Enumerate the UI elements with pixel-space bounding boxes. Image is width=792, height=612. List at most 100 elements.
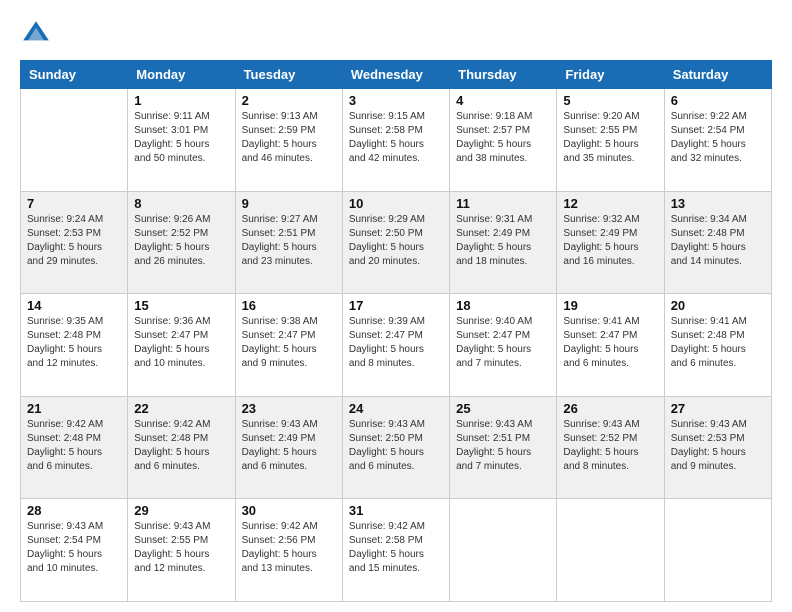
day-number: 5 [563,93,657,108]
day-info: Sunrise: 9:43 AM Sunset: 2:49 PM Dayligh… [242,418,336,474]
day-number: 2 [242,93,336,108]
calendar-cell: 31 Sunrise: 9:42 AM Sunset: 2:58 PM Dayli… [342,499,449,602]
day-number: 24 [349,401,443,416]
calendar-cell: 9Sunrise: 9:27 AM Sunset: 2:51 PM Daylig… [235,191,342,294]
calendar-week-row: 21 Sunrise: 9:42 AM Sunset: 2:48 PM Dayli… [21,396,772,499]
day-number: 8 [134,196,228,211]
calendar-cell: 11 Sunrise: 9:31 AM Sunset: 2:49 PM Dayli… [450,191,557,294]
day-info: Sunrise: 9:31 AM Sunset: 2:49 PM Dayligh… [456,213,550,269]
day-info: Sunrise: 9:20 AM Sunset: 2:55 PM Dayligh… [563,110,657,166]
calendar-cell: 19 Sunrise: 9:41 AM Sunset: 2:47 PM Dayli… [557,294,664,397]
day-number: 25 [456,401,550,416]
day-number: 4 [456,93,550,108]
weekday-header-tuesday: Tuesday [235,61,342,89]
day-info: Sunrise: 9:43 AM Sunset: 2:50 PM Dayligh… [349,418,443,474]
day-info: Sunrise: 9:24 AM Sunset: 2:53 PM Dayligh… [27,213,121,269]
day-info: Sunrise: 9:38 AM Sunset: 2:47 PM Dayligh… [242,315,336,371]
day-number: 26 [563,401,657,416]
day-info: Sunrise: 9:42 AM Sunset: 2:48 PM Dayligh… [134,418,228,474]
day-number: 23 [242,401,336,416]
calendar-cell: 5 Sunrise: 9:20 AM Sunset: 2:55 PM Daylig… [557,89,664,192]
calendar-week-row: 28Sunrise: 9:43 AM Sunset: 2:54 PM Dayli… [21,499,772,602]
day-info: Sunrise: 9:11 AM Sunset: 3:01 PM Dayligh… [134,110,228,166]
calendar-week-row: 1Sunrise: 9:11 AM Sunset: 3:01 PM Daylig… [21,89,772,192]
weekday-header-sunday: Sunday [21,61,128,89]
day-number: 19 [563,298,657,313]
weekday-header-wednesday: Wednesday [342,61,449,89]
day-info: Sunrise: 9:41 AM Sunset: 2:48 PM Dayligh… [671,315,765,371]
calendar-cell: 26 Sunrise: 9:43 AM Sunset: 2:52 PM Dayli… [557,396,664,499]
day-info: Sunrise: 9:26 AM Sunset: 2:52 PM Dayligh… [134,213,228,269]
calendar-cell: 28Sunrise: 9:43 AM Sunset: 2:54 PM Dayli… [21,499,128,602]
day-number: 14 [27,298,121,313]
logo [20,18,56,50]
calendar-cell: 23 Sunrise: 9:43 AM Sunset: 2:49 PM Dayli… [235,396,342,499]
calendar-cell: 20 Sunrise: 9:41 AM Sunset: 2:48 PM Dayli… [664,294,771,397]
day-number: 3 [349,93,443,108]
day-number: 16 [242,298,336,313]
day-number: 6 [671,93,765,108]
calendar-cell: 18 Sunrise: 9:40 AM Sunset: 2:47 PM Dayli… [450,294,557,397]
calendar-cell: 14 Sunrise: 9:35 AM Sunset: 2:48 PM Dayli… [21,294,128,397]
day-info: Sunrise: 9:43 AM Sunset: 2:53 PM Dayligh… [671,418,765,474]
day-info: Sunrise: 9:35 AM Sunset: 2:48 PM Dayligh… [27,315,121,371]
day-info: Sunrise: 9:29 AM Sunset: 2:50 PM Dayligh… [349,213,443,269]
day-number: 13 [671,196,765,211]
calendar-cell: 3Sunrise: 9:15 AM Sunset: 2:58 PM Daylig… [342,89,449,192]
calendar-cell: 24 Sunrise: 9:43 AM Sunset: 2:50 PM Dayli… [342,396,449,499]
day-info: Sunrise: 9:36 AM Sunset: 2:47 PM Dayligh… [134,315,228,371]
day-info: Sunrise: 9:43 AM Sunset: 2:52 PM Dayligh… [563,418,657,474]
day-number: 11 [456,196,550,211]
calendar-cell: 16 Sunrise: 9:38 AM Sunset: 2:47 PM Dayli… [235,294,342,397]
page: SundayMondayTuesdayWednesdayThursdayFrid… [0,0,792,612]
calendar-cell: 7Sunrise: 9:24 AM Sunset: 2:53 PM Daylig… [21,191,128,294]
calendar-cell: 27 Sunrise: 9:43 AM Sunset: 2:53 PM Dayli… [664,396,771,499]
day-info: Sunrise: 9:13 AM Sunset: 2:59 PM Dayligh… [242,110,336,166]
calendar-cell: 21 Sunrise: 9:42 AM Sunset: 2:48 PM Dayli… [21,396,128,499]
day-info: Sunrise: 9:43 AM Sunset: 2:55 PM Dayligh… [134,520,228,576]
day-info: Sunrise: 9:43 AM Sunset: 2:51 PM Dayligh… [456,418,550,474]
logo-icon [20,18,52,50]
day-number: 12 [563,196,657,211]
calendar-cell: 6 Sunrise: 9:22 AM Sunset: 2:54 PM Daylig… [664,89,771,192]
day-number: 30 [242,503,336,518]
day-info: Sunrise: 9:32 AM Sunset: 2:49 PM Dayligh… [563,213,657,269]
day-number: 31 [349,503,443,518]
weekday-header-monday: Monday [128,61,235,89]
calendar-week-row: 14 Sunrise: 9:35 AM Sunset: 2:48 PM Dayli… [21,294,772,397]
calendar-cell [557,499,664,602]
day-info: Sunrise: 9:18 AM Sunset: 2:57 PM Dayligh… [456,110,550,166]
weekday-header-row: SundayMondayTuesdayWednesdayThursdayFrid… [21,61,772,89]
day-number: 28 [27,503,121,518]
day-info: Sunrise: 9:27 AM Sunset: 2:51 PM Dayligh… [242,213,336,269]
day-number: 20 [671,298,765,313]
day-info: Sunrise: 9:22 AM Sunset: 2:54 PM Dayligh… [671,110,765,166]
day-number: 21 [27,401,121,416]
calendar-cell [664,499,771,602]
day-number: 18 [456,298,550,313]
calendar-cell: 8 Sunrise: 9:26 AM Sunset: 2:52 PM Daylig… [128,191,235,294]
day-info: Sunrise: 9:39 AM Sunset: 2:47 PM Dayligh… [349,315,443,371]
calendar-cell: 2 Sunrise: 9:13 AM Sunset: 2:59 PM Daylig… [235,89,342,192]
day-info: Sunrise: 9:41 AM Sunset: 2:47 PM Dayligh… [563,315,657,371]
calendar-cell: 13Sunrise: 9:34 AM Sunset: 2:48 PM Dayli… [664,191,771,294]
day-info: Sunrise: 9:42 AM Sunset: 2:48 PM Dayligh… [27,418,121,474]
day-number: 27 [671,401,765,416]
day-number: 17 [349,298,443,313]
header [20,18,772,50]
day-info: Sunrise: 9:42 AM Sunset: 2:58 PM Dayligh… [349,520,443,576]
calendar-cell: 1Sunrise: 9:11 AM Sunset: 3:01 PM Daylig… [128,89,235,192]
calendar-cell: 25 Sunrise: 9:43 AM Sunset: 2:51 PM Dayli… [450,396,557,499]
day-number: 15 [134,298,228,313]
weekday-header-friday: Friday [557,61,664,89]
day-info: Sunrise: 9:40 AM Sunset: 2:47 PM Dayligh… [456,315,550,371]
calendar-cell: 30Sunrise: 9:42 AM Sunset: 2:56 PM Dayli… [235,499,342,602]
calendar-cell: 22Sunrise: 9:42 AM Sunset: 2:48 PM Dayli… [128,396,235,499]
calendar-table: SundayMondayTuesdayWednesdayThursdayFrid… [20,60,772,602]
calendar-week-row: 7Sunrise: 9:24 AM Sunset: 2:53 PM Daylig… [21,191,772,294]
calendar-cell [450,499,557,602]
calendar-cell: 15 Sunrise: 9:36 AM Sunset: 2:47 PM Dayli… [128,294,235,397]
weekday-header-thursday: Thursday [450,61,557,89]
calendar-cell: 12 Sunrise: 9:32 AM Sunset: 2:49 PM Dayli… [557,191,664,294]
calendar-cell: 29Sunrise: 9:43 AM Sunset: 2:55 PM Dayli… [128,499,235,602]
